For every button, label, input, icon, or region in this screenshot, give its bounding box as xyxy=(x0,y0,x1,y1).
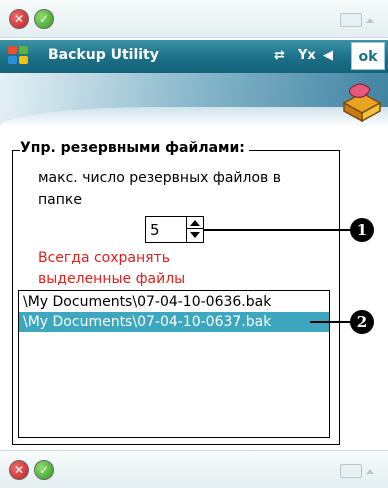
stepper-down-button[interactable] xyxy=(187,229,203,241)
callout-marker-2: 2 xyxy=(350,310,374,334)
keyboard-icon[interactable] xyxy=(340,13,362,27)
backup-file-list[interactable]: \My Documents\07-04-10-0636.bak \My Docu… xyxy=(18,290,330,438)
group-title: Упр. резервными файлами: xyxy=(20,140,249,156)
app-title: Backup Utility xyxy=(48,47,159,63)
callout-marker-1: 1 xyxy=(350,218,374,242)
title-bar: Backup Utility ⇄ Yx ◀ ok xyxy=(0,40,388,73)
signal-icon[interactable]: Yx xyxy=(298,48,316,63)
stepper-buttons xyxy=(186,217,203,242)
header-swoosh xyxy=(0,107,388,127)
list-item[interactable]: \My Documents\07-04-10-0636.bak xyxy=(19,292,329,312)
keyboard-icon[interactable] xyxy=(340,464,362,478)
confirm-icon[interactable]: ✓ xyxy=(34,460,54,480)
confirm-icon[interactable]: ✓ xyxy=(34,9,54,29)
stepper-up-button[interactable] xyxy=(187,217,203,229)
connectivity-icon[interactable]: ⇄ xyxy=(274,48,285,63)
volume-icon[interactable]: ◀ xyxy=(323,48,333,63)
arrow-up-icon xyxy=(190,220,200,226)
close-icon[interactable]: ✕ xyxy=(9,460,29,480)
max-files-value[interactable]: 5 xyxy=(150,221,160,239)
bottom-bar: ✕ ✓ xyxy=(0,450,388,488)
close-icon[interactable]: ✕ xyxy=(9,9,29,29)
callout-line-2 xyxy=(310,321,354,323)
max-files-stepper[interactable]: 5 xyxy=(145,216,204,243)
chevron-up-icon[interactable] xyxy=(366,18,374,23)
backup-utility-icon xyxy=(342,83,382,123)
list-item-selected[interactable]: \My Documents\07-04-10-0637.bak xyxy=(19,312,329,332)
chevron-up-icon[interactable] xyxy=(366,469,374,474)
top-bar: ✕ ✓ xyxy=(0,0,388,38)
max-files-label: макс. число резервных файлов в папке xyxy=(38,170,281,208)
always-keep-selected-link[interactable]: Всегда сохранять выделенные файлы xyxy=(38,248,238,290)
arrow-down-icon xyxy=(190,232,200,238)
windows-start-icon[interactable] xyxy=(8,46,30,66)
header-band xyxy=(0,73,388,127)
callout-line-1 xyxy=(204,229,354,231)
ok-button[interactable]: ok xyxy=(351,42,385,70)
